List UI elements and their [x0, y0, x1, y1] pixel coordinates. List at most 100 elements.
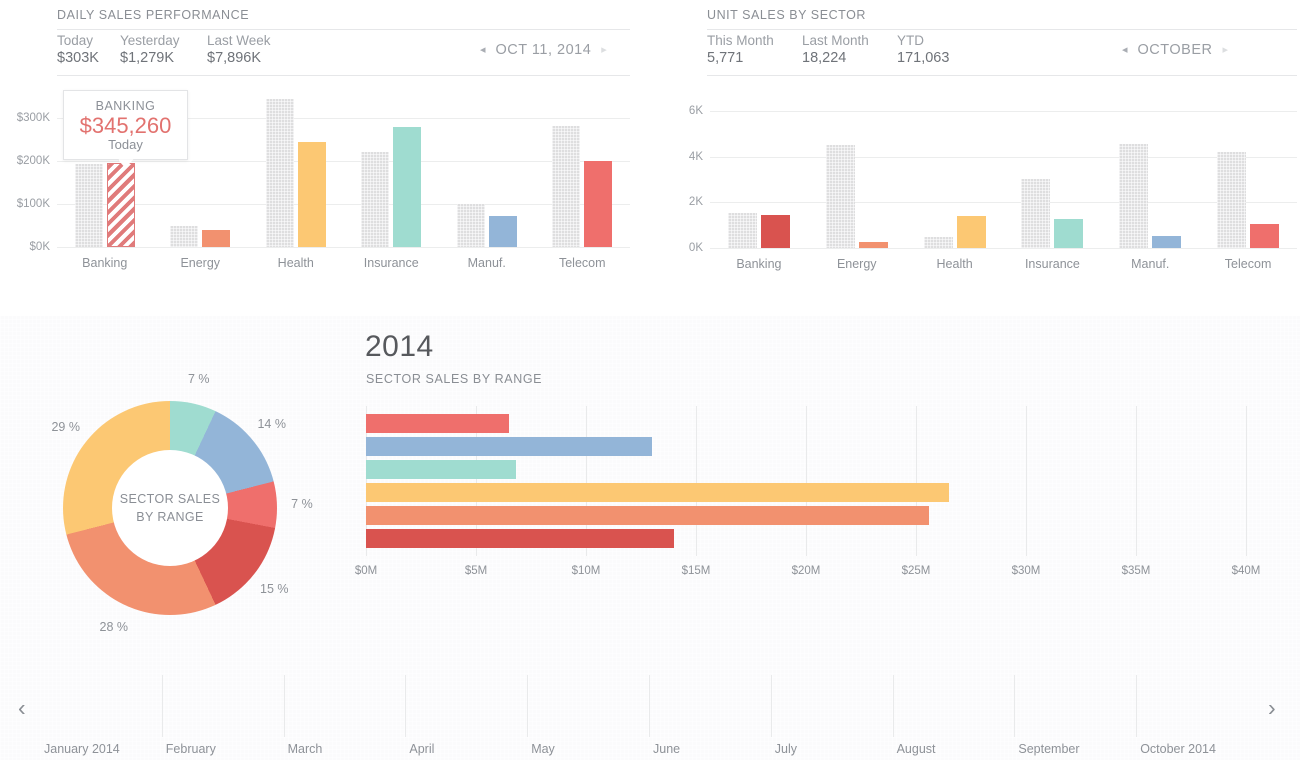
- x-axis-label: Energy: [180, 256, 221, 270]
- donut-chart-panel: SECTOR SALES BY RANGE 7 % 14 % 7 % 15 % 28 %…: [0, 316, 340, 650]
- gridline: [1136, 406, 1137, 556]
- bar-reference[interactable]: [74, 164, 103, 247]
- timeline-month-divider: [770, 675, 772, 737]
- bar-current[interactable]: [858, 242, 888, 248]
- timeline-month-label: July: [774, 742, 798, 756]
- donut-slice-percent: 28 %: [99, 620, 129, 635]
- y-axis-tick: 4K: [688, 150, 703, 163]
- bar-current[interactable]: [488, 215, 517, 247]
- timeline-next-icon[interactable]: ›: [1268, 696, 1276, 720]
- x-axis-label: Insurance: [363, 256, 419, 270]
- bar-current[interactable]: [106, 162, 135, 247]
- bar-reference[interactable]: [456, 204, 485, 247]
- x-axis-tick: $5M: [464, 565, 488, 577]
- sector-range-panel: 2014 SECTOR SALES BY RANGE $0M $5M $10M $15…: [340, 316, 1300, 650]
- timeline-month-divider: [161, 675, 163, 737]
- timeline-month-divider: [1136, 675, 1138, 737]
- timeline-month-label: October 2014: [1140, 742, 1216, 756]
- y-axis-tick: $0K: [29, 241, 50, 253]
- timeline-line-svg: [0, 0, 1300, 110]
- sector-range-bar-chart: $0M $5M $10M $15M $20M $25M $30M $35M $40M: [355, 406, 1260, 577]
- bar-current[interactable]: [1152, 236, 1182, 248]
- x-axis-label: Insurance: [1024, 257, 1080, 271]
- range-bar[interactable]: [366, 460, 516, 479]
- x-axis-tick: $10M: [571, 565, 601, 577]
- bar-reference[interactable]: [1021, 179, 1051, 248]
- x-axis-tick: $25M: [901, 565, 931, 577]
- timeline-month-label: April: [409, 742, 435, 756]
- donut-slice-percent: 7 %: [188, 372, 210, 387]
- bar-reference[interactable]: [727, 213, 757, 248]
- y-axis-tick: $100K: [16, 198, 50, 211]
- bar-current[interactable]: [1054, 219, 1084, 248]
- sector-donut-chart[interactable]: SECTOR SALES BY RANGE: [63, 401, 277, 615]
- timeline-month-divider: [1014, 675, 1016, 737]
- gridline: [806, 406, 807, 556]
- range-bar[interactable]: [366, 414, 509, 433]
- range-bar[interactable]: [366, 506, 930, 525]
- gridline: [710, 248, 1297, 249]
- unit-sales-chart: 0K 2K 4K 6K Banking Energy Health Insurance Manu…: [689, 100, 1297, 271]
- timeline-month-label: June: [653, 742, 681, 756]
- y-axis-tick: 2K: [688, 196, 703, 209]
- bar-reference[interactable]: [361, 152, 390, 247]
- bar-reference[interactable]: [1119, 143, 1149, 248]
- bar-reference[interactable]: [825, 144, 855, 248]
- gridline: [710, 202, 1297, 204]
- bar-reference[interactable]: [552, 125, 581, 247]
- x-axis-tick: $0M: [354, 565, 378, 577]
- y-axis-tick: $200K: [16, 155, 50, 168]
- bar-current[interactable]: [202, 230, 231, 247]
- x-axis-label: Telecom: [558, 256, 606, 270]
- timeline-month-label: May: [531, 742, 555, 756]
- x-axis-label: Manuf.: [1131, 257, 1170, 271]
- timeline-month-label: January 2014: [44, 742, 120, 756]
- timeline-month-label: February: [165, 742, 216, 756]
- x-axis-label: Banking: [736, 257, 782, 271]
- gridline: [1246, 406, 1247, 556]
- bar-current[interactable]: [956, 216, 986, 248]
- gridline: [710, 156, 1297, 158]
- timeline-month-divider: [283, 675, 285, 737]
- year-heading: 2014: [365, 330, 434, 363]
- donut-center-line1: SECTOR SALES: [119, 491, 221, 506]
- bar-current[interactable]: [1250, 224, 1280, 248]
- timeline-month-divider: [527, 675, 529, 737]
- bar-reference[interactable]: [923, 236, 953, 248]
- gridline: [1026, 406, 1027, 556]
- x-axis-tick: $15M: [681, 565, 711, 577]
- bar-reference[interactable]: [1217, 151, 1247, 248]
- bar-current[interactable]: [760, 214, 790, 248]
- gridline: [710, 111, 1297, 113]
- timeline-range-selector[interactable]: ‹ › January 2014 February March April May Jun…: [0, 650, 1300, 760]
- bar-reference[interactable]: [170, 225, 199, 247]
- timeline-month-label: March: [287, 742, 323, 756]
- range-bar[interactable]: [366, 483, 949, 502]
- bar-current[interactable]: [393, 127, 422, 247]
- donut-slice-percent: 7 %: [291, 496, 313, 511]
- gridline: [696, 406, 697, 556]
- y-axis-tick: 0K: [688, 242, 703, 254]
- gridline: [57, 161, 630, 163]
- bar-reference[interactable]: [265, 99, 294, 247]
- x-axis-tick: $35M: [1121, 565, 1151, 577]
- bar-current[interactable]: [297, 142, 326, 247]
- banking-tooltip: BANKING $345,260 Today: [63, 90, 188, 169]
- bar-current[interactable]: [584, 160, 613, 247]
- x-axis-label: Health: [936, 257, 973, 271]
- timeline-month-divider: [892, 675, 894, 737]
- timeline-month-label: August: [896, 742, 936, 756]
- gridline: [57, 204, 630, 206]
- tooltip-sector: BANKING: [95, 99, 156, 113]
- x-axis-label: Energy: [836, 257, 877, 271]
- range-bar[interactable]: [366, 529, 674, 548]
- donut-center-label: SECTOR SALES BY RANGE: [112, 450, 228, 566]
- donut-slice-percent: 29 %: [51, 420, 80, 435]
- timeline-month-label: September: [1018, 742, 1080, 756]
- timeline-prev-icon[interactable]: ‹: [18, 696, 26, 720]
- donut-slice-percent: 14 %: [257, 416, 286, 431]
- x-axis-label: Telecom: [1224, 257, 1272, 271]
- range-bar[interactable]: [366, 437, 652, 456]
- tooltip-value: $345,260: [79, 113, 172, 138]
- x-axis-label: Banking: [82, 256, 128, 270]
